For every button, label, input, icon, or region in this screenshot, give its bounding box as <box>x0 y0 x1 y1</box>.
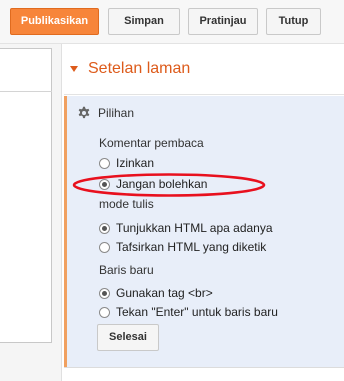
editor-divider <box>0 91 52 92</box>
radio-button[interactable] <box>99 241 110 253</box>
triangle-down-icon <box>70 66 78 72</box>
radio-show-html[interactable]: Tunjukkan HTML apa adanya <box>99 221 273 235</box>
options-panel: Pilihan Komentar pembaca Izinkan Jangan … <box>64 96 344 367</box>
editor-toolbar: Publikasikan Simpan Pratinjau Tutup <box>0 0 344 44</box>
option-label: Izinkan <box>116 156 155 170</box>
settings-section-header[interactable]: Setelan laman <box>70 60 190 78</box>
option-label: Jangan bolehkan <box>116 177 208 191</box>
panel-bottom-border <box>64 367 344 368</box>
radio-use-br[interactable]: Gunakan tag <br> <box>99 286 213 300</box>
save-button[interactable]: Simpan <box>108 8 180 35</box>
radio-comments-disallow[interactable]: Jangan bolehkan <box>99 177 207 191</box>
radio-button-selected[interactable] <box>99 222 110 234</box>
options-panel-title: Pilihan <box>98 106 135 120</box>
close-button[interactable]: Tutup <box>266 8 321 35</box>
options-panel-header: Pilihan <box>77 106 134 120</box>
comments-label: Komentar pembaca <box>99 136 204 150</box>
compose-mode-label: mode tulis <box>99 197 154 211</box>
editor-body[interactable] <box>0 48 52 343</box>
radio-interpret-html[interactable]: Tafsirkan HTML yang diketik <box>99 240 266 254</box>
section-divider <box>64 94 344 95</box>
done-button[interactable]: Selesai <box>97 324 159 351</box>
radio-enter-newline[interactable]: Tekan "Enter" untuk baris baru <box>99 305 278 319</box>
option-label: Tekan "Enter" untuk baris baru <box>116 305 278 319</box>
gear-icon <box>78 106 90 119</box>
radio-button-selected[interactable] <box>99 287 110 299</box>
radio-button[interactable] <box>99 157 110 169</box>
settings-title: Setelan laman <box>88 60 191 77</box>
line-breaks-label: Baris baru <box>99 263 154 277</box>
radio-button-selected[interactable] <box>99 178 110 190</box>
option-label: Gunakan tag <br> <box>116 286 213 300</box>
radio-button[interactable] <box>99 306 110 318</box>
preview-button[interactable]: Pratinjau <box>188 8 258 35</box>
option-label: Tunjukkan HTML apa adanya <box>116 221 273 235</box>
publish-button[interactable]: Publikasikan <box>10 8 99 35</box>
radio-comments-allow[interactable]: Izinkan <box>99 156 154 170</box>
option-label: Tafsirkan HTML yang diketik <box>116 240 267 254</box>
